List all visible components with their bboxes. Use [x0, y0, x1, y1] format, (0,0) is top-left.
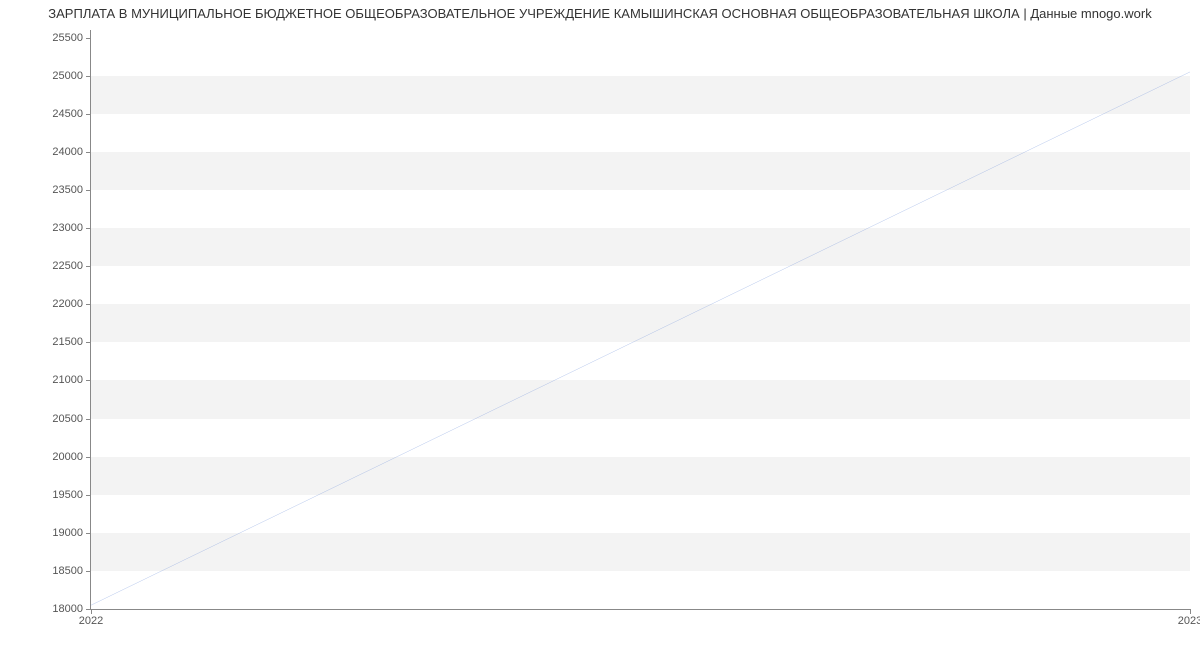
y-tick-mark [86, 533, 91, 534]
y-tick-mark [86, 266, 91, 267]
y-tick-mark [86, 114, 91, 115]
chart-container: ЗАРПЛАТА В МУНИЦИПАЛЬНОЕ БЮДЖЕТНОЕ ОБЩЕО… [0, 0, 1200, 650]
y-tick-mark [86, 380, 91, 381]
y-tick-mark [86, 571, 91, 572]
plot-area: 1800018500190001950020000205002100021500… [90, 30, 1190, 610]
x-tick-mark [1190, 609, 1191, 614]
x-tick-mark [91, 609, 92, 614]
data-line [91, 72, 1190, 605]
chart-title: ЗАРПЛАТА В МУНИЦИПАЛЬНОЕ БЮДЖЕТНОЕ ОБЩЕО… [0, 0, 1200, 29]
y-tick-mark [86, 495, 91, 496]
y-tick-mark [86, 342, 91, 343]
y-tick-mark [86, 228, 91, 229]
y-tick-mark [86, 38, 91, 39]
x-tick-label: 2023 [1178, 609, 1200, 627]
line-series [91, 30, 1190, 609]
y-tick-mark [86, 76, 91, 77]
y-tick-mark [86, 457, 91, 458]
y-tick-mark [86, 190, 91, 191]
y-tick-mark [86, 152, 91, 153]
y-tick-mark [86, 304, 91, 305]
y-tick-mark [86, 419, 91, 420]
